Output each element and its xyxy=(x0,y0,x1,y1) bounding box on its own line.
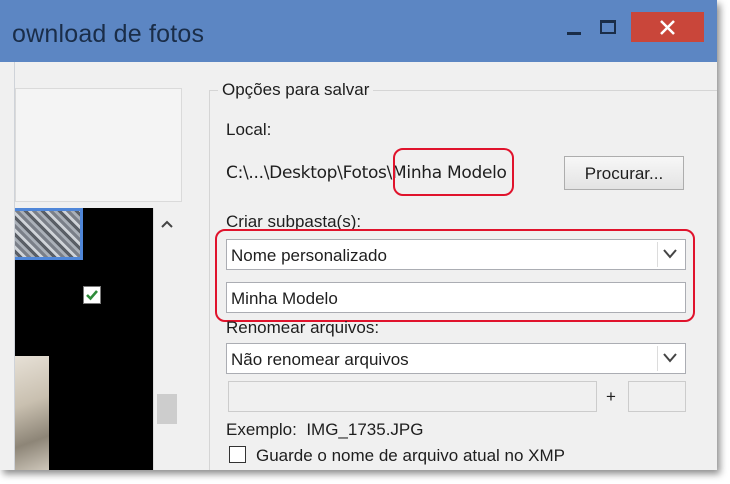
save-path-prefix: C:\...\Desktop\Fotos xyxy=(226,163,387,183)
maximize-button[interactable] xyxy=(594,12,622,42)
keep-name-label[interactable]: Guarde o nome de arquivo atual no XMP xyxy=(256,446,565,466)
rename-dropdown-button[interactable] xyxy=(657,346,683,371)
local-label: Local: xyxy=(226,120,272,139)
chevron-down-icon xyxy=(663,353,677,363)
scroll-thumb[interactable] xyxy=(157,394,177,424)
close-button[interactable] xyxy=(631,12,704,42)
rename-select-value: Não renomear arquivos xyxy=(231,350,409,369)
rename-number-input[interactable] xyxy=(628,381,686,412)
rename-text-input[interactable] xyxy=(228,381,597,412)
checkmark-icon xyxy=(85,288,99,302)
thumbnail-image[interactable] xyxy=(15,356,49,470)
minimize-button[interactable] xyxy=(560,12,588,42)
keep-name-checkbox[interactable] xyxy=(229,446,246,463)
chevron-up-icon[interactable] xyxy=(161,220,173,228)
example-text: Exemplo: IMG_1735.JPG xyxy=(226,420,424,440)
close-icon xyxy=(660,20,675,35)
plus-sign: + xyxy=(606,387,616,406)
browse-button[interactable]: Procurar... xyxy=(564,156,684,190)
example-value: IMG_1735.JPG xyxy=(306,420,424,439)
highlight-subfolder-options xyxy=(215,229,695,322)
example-label: Exemplo: xyxy=(226,420,297,439)
save-options-title: Opções para salvar xyxy=(218,80,374,100)
highlight-subfolder-path xyxy=(393,148,514,196)
preview-pane xyxy=(14,62,197,470)
thumbnail-list[interactable] xyxy=(15,208,153,470)
thumbnail-image[interactable] xyxy=(15,208,83,260)
rename-label: Renomear arquivos: xyxy=(226,318,380,337)
photo-download-window: ownload de fotos Opções para salvar Loca… xyxy=(0,0,717,470)
title-bar[interactable]: ownload de fotos xyxy=(0,0,717,62)
thumbnail-checkbox[interactable] xyxy=(83,286,101,304)
preview-area xyxy=(15,88,182,202)
thumbnail-scrollbar[interactable] xyxy=(153,208,181,470)
window-title: ownload de fotos xyxy=(12,20,205,48)
rename-select[interactable]: Não renomear arquivos xyxy=(226,343,686,374)
